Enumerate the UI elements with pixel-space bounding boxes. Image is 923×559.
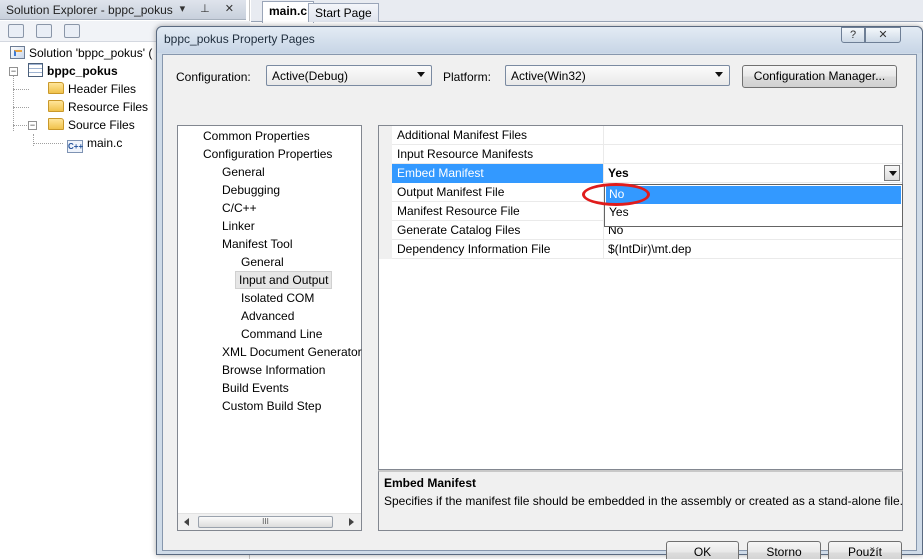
show-all-files-icon[interactable] bbox=[36, 24, 52, 38]
tree-node-project[interactable]: bppc_pokus bbox=[28, 62, 118, 80]
description-panel: Embed Manifest Specifies if the manifest… bbox=[378, 470, 903, 531]
tree-node-resource-files[interactable]: Resource Files bbox=[48, 98, 148, 116]
solution-icon bbox=[10, 46, 25, 59]
property-value[interactable] bbox=[605, 126, 902, 145]
c-file-icon: C++ bbox=[67, 140, 84, 153]
scrollbar-thumb[interactable]: III bbox=[198, 516, 333, 528]
solution-explorer-title: Solution Explorer - bppc_pokus bbox=[6, 3, 173, 17]
property-row[interactable]: Additional Manifest Files bbox=[379, 126, 902, 145]
tree-item-input-and-output[interactable]: Input and Output bbox=[235, 271, 333, 289]
platform-select[interactable]: Active(Win32) bbox=[505, 65, 730, 86]
property-pages-dialog: bppc_pokus Property Pages ? ✕ Configurat… bbox=[156, 26, 923, 559]
description-text: Specifies if the manifest file should be… bbox=[384, 494, 903, 508]
cancel-button[interactable]: Storno bbox=[747, 541, 821, 559]
collapse-icon[interactable]: − bbox=[28, 121, 37, 130]
property-row[interactable]: Input Resource Manifests bbox=[379, 145, 902, 164]
chevron-down-icon bbox=[715, 72, 723, 77]
description-title: Embed Manifest bbox=[384, 476, 477, 490]
tree-item-debugging[interactable]: Debugging bbox=[219, 181, 283, 199]
property-name: Manifest Resource File bbox=[392, 202, 604, 221]
close-icon: ✕ bbox=[878, 29, 888, 41]
chevron-down-icon bbox=[417, 72, 425, 77]
close-button[interactable]: ✕ bbox=[865, 27, 901, 43]
tree-item-general[interactable]: General bbox=[219, 163, 268, 181]
configuration-label: Configuration: bbox=[176, 70, 251, 84]
property-value[interactable]: $(IntDir)\mt.dep bbox=[605, 240, 902, 259]
property-grid: Additional Manifest Files Input Resource… bbox=[378, 125, 903, 470]
dropdown-option-yes[interactable]: Yes bbox=[606, 204, 901, 222]
property-name: Output Manifest File bbox=[392, 183, 604, 202]
ok-button[interactable]: OK bbox=[666, 541, 739, 559]
platform-label: Platform: bbox=[443, 70, 492, 84]
tree-node-main-c[interactable]: C++ main.c bbox=[67, 134, 122, 153]
tree-horizontal-scrollbar[interactable]: III bbox=[178, 513, 361, 530]
tree-item-common-properties[interactable]: Common Properties bbox=[200, 127, 313, 145]
tree-node-solution[interactable]: Solution 'bppc_pokus' ( bbox=[10, 44, 152, 62]
property-row[interactable]: Dependency Information File $(IntDir)\mt… bbox=[379, 240, 902, 259]
tree-item-c-cpp[interactable]: C/C++ bbox=[219, 199, 260, 217]
scroll-left-icon[interactable] bbox=[184, 518, 189, 526]
help-icon: ? bbox=[849, 29, 857, 41]
property-name: Input Resource Manifests bbox=[392, 145, 604, 164]
project-icon bbox=[28, 63, 43, 77]
class-diagram-icon[interactable] bbox=[64, 24, 80, 38]
dropdown-option-no[interactable]: No bbox=[606, 186, 901, 204]
dialog-title: bppc_pokus Property Pages bbox=[164, 32, 315, 46]
property-name: Embed Manifest bbox=[392, 164, 604, 183]
properties-icon[interactable] bbox=[8, 24, 24, 38]
tree-item-configuration-properties[interactable]: Configuration Properties bbox=[200, 145, 335, 163]
editor-tab-strip: main.c Start Page bbox=[251, 0, 923, 23]
tree-item-custom-build-step[interactable]: Custom Build Step bbox=[219, 397, 324, 415]
property-name: Additional Manifest Files bbox=[392, 126, 604, 145]
apply-button[interactable]: Použít bbox=[828, 541, 902, 559]
grip-icon: III bbox=[262, 517, 269, 526]
dialog-title-bar[interactable]: bppc_pokus Property Pages ? ✕ bbox=[157, 27, 922, 53]
property-value[interactable] bbox=[605, 145, 902, 164]
embed-manifest-dropdown-list: No Yes bbox=[604, 184, 903, 227]
tree-item-xml-document-generator[interactable]: XML Document Generator bbox=[219, 343, 365, 361]
folder-icon bbox=[48, 100, 64, 112]
annotation-circle bbox=[582, 183, 650, 206]
tree-item-advanced[interactable]: Advanced bbox=[238, 307, 297, 325]
configuration-select[interactable]: Active(Debug) bbox=[266, 65, 432, 86]
pin-close-icons[interactable]: ▾ ⊥ ✕ bbox=[180, 2, 240, 15]
folder-open-icon bbox=[48, 118, 64, 130]
tree-node-header-files[interactable]: Header Files bbox=[48, 80, 136, 98]
tree-item-build-events[interactable]: Build Events bbox=[219, 379, 292, 397]
tree-item-browse-information[interactable]: Browse Information bbox=[219, 361, 328, 379]
property-row-embed-manifest[interactable]: Embed Manifest Yes bbox=[379, 164, 902, 183]
solution-explorer-title-bar: Solution Explorer - bppc_pokus ▾ ⊥ ✕ bbox=[0, 0, 246, 20]
tree-item-command-line[interactable]: Command Line bbox=[238, 325, 325, 343]
dropdown-arrow-icon[interactable] bbox=[884, 165, 900, 181]
property-name: Generate Catalog Files bbox=[392, 221, 604, 240]
tree-node-source-files[interactable]: Source Files bbox=[48, 116, 135, 134]
dialog-body: Configuration: Active(Debug) Platform: A… bbox=[162, 54, 917, 559]
property-tree: Common Properties Configuration Properti… bbox=[177, 125, 362, 531]
tree-item-isolated-com[interactable]: Isolated COM bbox=[238, 289, 317, 307]
property-name: Dependency Information File bbox=[392, 240, 604, 259]
tab-start-page[interactable]: Start Page bbox=[308, 3, 379, 22]
configuration-manager-button[interactable]: Configuration Manager... bbox=[742, 65, 897, 88]
embed-manifest-value[interactable]: Yes bbox=[605, 164, 902, 183]
tab-main-c[interactable]: main.c bbox=[262, 1, 315, 23]
help-button[interactable]: ? bbox=[841, 27, 865, 43]
tree-item-manifest-tool[interactable]: Manifest Tool bbox=[219, 235, 295, 253]
folder-icon bbox=[48, 82, 64, 94]
collapse-icon[interactable]: − bbox=[9, 67, 18, 76]
scroll-right-icon[interactable] bbox=[349, 518, 354, 526]
tree-item-linker[interactable]: Linker bbox=[219, 217, 258, 235]
tree-item-manifest-general[interactable]: General bbox=[238, 253, 287, 271]
